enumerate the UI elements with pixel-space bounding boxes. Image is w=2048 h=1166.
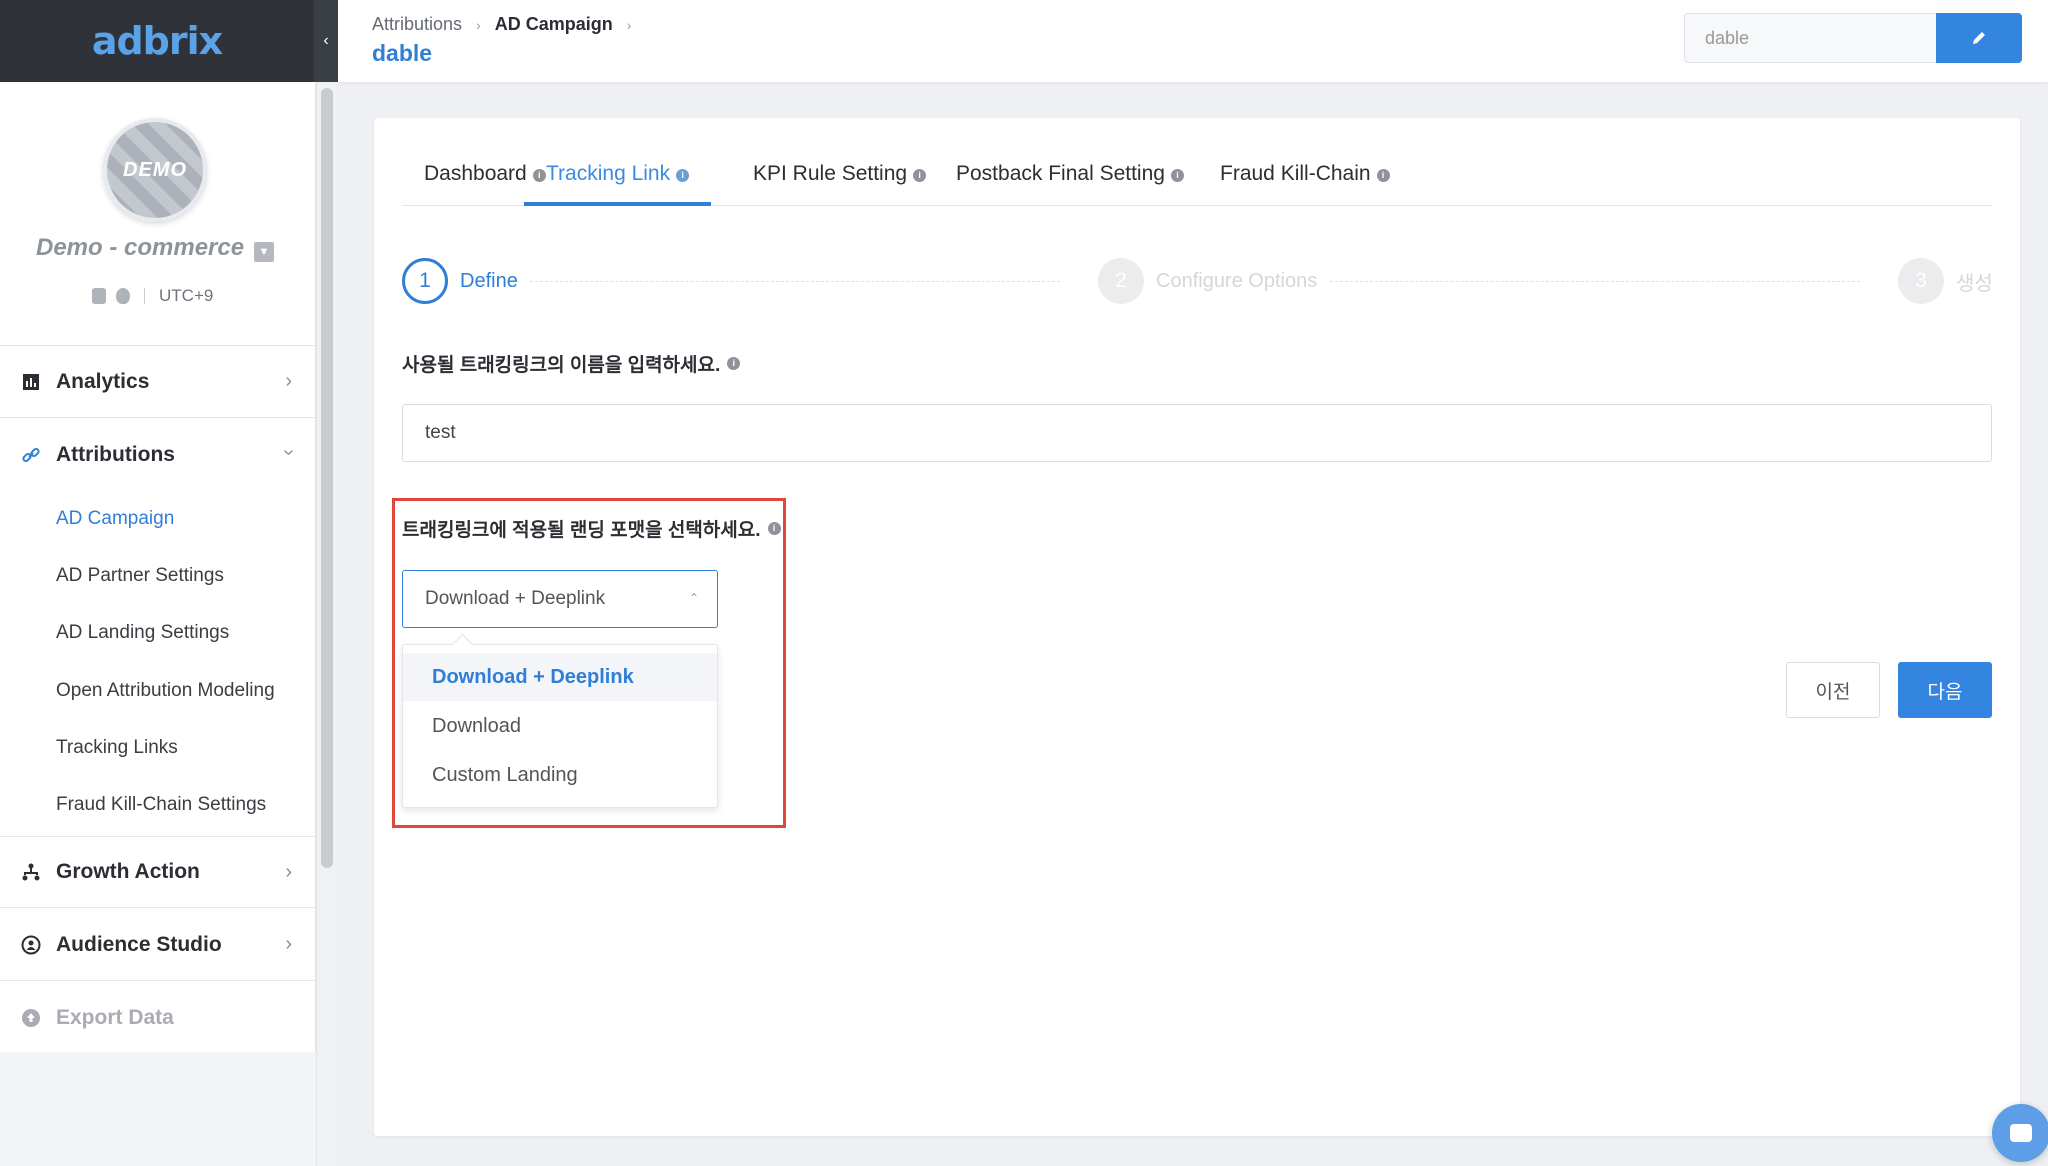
tab-label: Postback Final Setting xyxy=(956,162,1165,185)
sidebar-scroll-thumb[interactable] xyxy=(321,88,333,868)
tab-label: KPI Rule Setting xyxy=(753,162,908,185)
audience-icon xyxy=(20,934,42,956)
sidebar-section-attributions[interactable]: Attributions › xyxy=(0,419,316,491)
divider xyxy=(144,288,145,304)
logo-bar: adbrix xyxy=(0,0,314,82)
sidebar-item-ad-partner-settings[interactable]: AD Partner Settings xyxy=(56,565,224,587)
sidebar: adbrix ‹ DEMO Demo - commerce ▼ UTC+9 An… xyxy=(0,0,338,1166)
landing-format-label: 트래킹링크에 적용될 랜딩 포맷을 선택하세요. i xyxy=(402,515,781,542)
top-header: Attributions › AD Campaign › dable xyxy=(338,0,2048,82)
sidebar-item-open-attribution-modeling[interactable]: Open Attribution Modeling xyxy=(56,680,275,702)
platform-row: UTC+9 xyxy=(92,286,213,306)
sidebar-section-label: Audience Studio xyxy=(56,932,222,956)
info-icon: i xyxy=(1170,169,1184,182)
tab-label: Tracking Link xyxy=(546,162,671,185)
app-profile: DEMO Demo - commerce ▼ UTC+9 xyxy=(0,82,316,346)
tab-label: Dashboard xyxy=(424,162,527,185)
apple-icon xyxy=(116,288,130,304)
tab-fraud-kill-chain[interactable]: Fraud Kill-Chain i xyxy=(1220,158,1390,206)
app-name: Demo - commerce xyxy=(36,234,245,261)
info-icon: i xyxy=(913,169,927,182)
main-card: Dashboard i Tracking Link i KPI Rule Setti… xyxy=(374,118,2020,1136)
sidebar-section-label: Attributions xyxy=(56,443,175,466)
tab-postback-final-setting[interactable]: Postback Final Setting i xyxy=(956,158,1184,206)
question-text: 트래킹링크에 적용될 랜딩 포맷을 선택하세요. xyxy=(402,520,761,541)
chevron-right-icon: › xyxy=(285,861,292,883)
page-title: dable xyxy=(372,40,433,66)
landing-format-select[interactable]: Download + Deeplink ⌃ xyxy=(402,570,718,628)
sidebar-item-fraud-kill-chain-settings[interactable]: Fraud Kill-Chain Settings xyxy=(56,794,266,816)
chevron-down-icon: › xyxy=(278,449,301,456)
tracking-link-name-input[interactable] xyxy=(402,404,1992,462)
chat-icon xyxy=(2010,1124,2032,1142)
avatar-text: DEMO xyxy=(123,158,187,181)
step-label: Configure Options xyxy=(1156,269,1318,292)
avatar: DEMO xyxy=(103,118,207,222)
breadcrumb-attributions[interactable]: Attributions xyxy=(372,14,462,35)
chevron-right-icon: › xyxy=(626,16,632,33)
step-number: 1 xyxy=(402,258,448,304)
sidebar-section-label: Analytics xyxy=(56,369,150,393)
step-label: 생성 xyxy=(1956,272,1993,295)
breadcrumb: Attributions › AD Campaign › xyxy=(372,14,631,35)
flow-icon xyxy=(20,861,42,883)
sidebar-section-audience-studio[interactable]: Audience Studio › xyxy=(0,909,316,981)
next-button[interactable]: 다음 xyxy=(1898,662,1992,718)
step-connector xyxy=(530,281,1060,282)
bar-chart-icon xyxy=(20,371,42,393)
sidebar-item-ad-campaign[interactable]: AD Campaign xyxy=(56,508,174,530)
adbrix-logo[interactable]: adbrix xyxy=(92,19,223,63)
sidebar-section-growth-action[interactable]: Growth Action › xyxy=(0,836,316,908)
landing-format-dropdown: Download + Deeplink Download Custom Land… xyxy=(402,644,718,808)
info-icon: i xyxy=(1376,169,1390,182)
step-number: 2 xyxy=(1098,258,1144,304)
chevron-right-icon: › xyxy=(285,933,292,955)
breadcrumb-ad-campaign[interactable]: AD Campaign xyxy=(495,14,613,35)
option-download[interactable]: Download xyxy=(403,702,717,750)
tab-tracking-link[interactable]: Tracking Link i xyxy=(524,158,712,206)
link-icon xyxy=(20,444,42,466)
chevron-up-icon: ⌃ xyxy=(688,591,699,605)
sidebar-section-label: Export Data xyxy=(56,1006,174,1029)
app-dropdown-icon[interactable]: ▼ xyxy=(254,242,274,262)
sidebar-item-tracking-links[interactable]: Tracking Links xyxy=(56,737,178,759)
step-number: 3 xyxy=(1898,258,1944,304)
select-value: Download + Deeplink xyxy=(425,588,606,609)
chevron-right-icon: › xyxy=(476,16,481,33)
tab-label: Fraud Kill-Chain xyxy=(1220,162,1371,185)
info-icon: i xyxy=(727,357,741,370)
step-configure-options: 2 Configure Options xyxy=(1098,258,1317,304)
campaign-name-input[interactable] xyxy=(1684,13,1940,63)
android-icon xyxy=(92,288,106,304)
tracking-link-name-label: 사용될 트래킹링크의 이름을 입력하세요. i xyxy=(402,350,741,377)
info-icon: i xyxy=(767,522,781,535)
prev-button[interactable]: 이전 xyxy=(1786,662,1880,718)
step-label: Define xyxy=(460,269,518,292)
sidebar-item-ad-landing-settings[interactable]: AD Landing Settings xyxy=(56,622,229,644)
option-download-deeplink[interactable]: Download + Deeplink xyxy=(403,653,717,701)
chat-button[interactable] xyxy=(1992,1104,2048,1162)
chevron-right-icon: › xyxy=(285,370,292,392)
timezone: UTC+9 xyxy=(159,286,214,305)
step-create: 3 생성 xyxy=(1898,258,1993,304)
chevron-left-icon[interactable]: ‹ xyxy=(314,0,338,82)
option-custom-landing[interactable]: Custom Landing xyxy=(403,751,717,799)
step-connector xyxy=(1330,281,1860,282)
upload-icon xyxy=(20,1007,42,1029)
info-icon: i xyxy=(676,169,690,182)
question-text: 사용될 트래킹링크의 이름을 입력하세요. xyxy=(402,355,721,376)
tab-kpi-rule-setting[interactable]: KPI Rule Setting i xyxy=(753,158,927,206)
sidebar-section-analytics[interactable]: Analytics › xyxy=(0,346,316,418)
sidebar-section-label: Growth Action xyxy=(56,860,200,883)
step-define: 1 Define xyxy=(402,258,518,304)
pencil-icon xyxy=(1973,32,1985,44)
edit-button[interactable] xyxy=(1936,13,2022,63)
sidebar-section-export-data[interactable]: Export Data xyxy=(0,982,316,1054)
tab-bar: Dashboard i Tracking Link i KPI Rule Setti… xyxy=(402,158,1992,206)
